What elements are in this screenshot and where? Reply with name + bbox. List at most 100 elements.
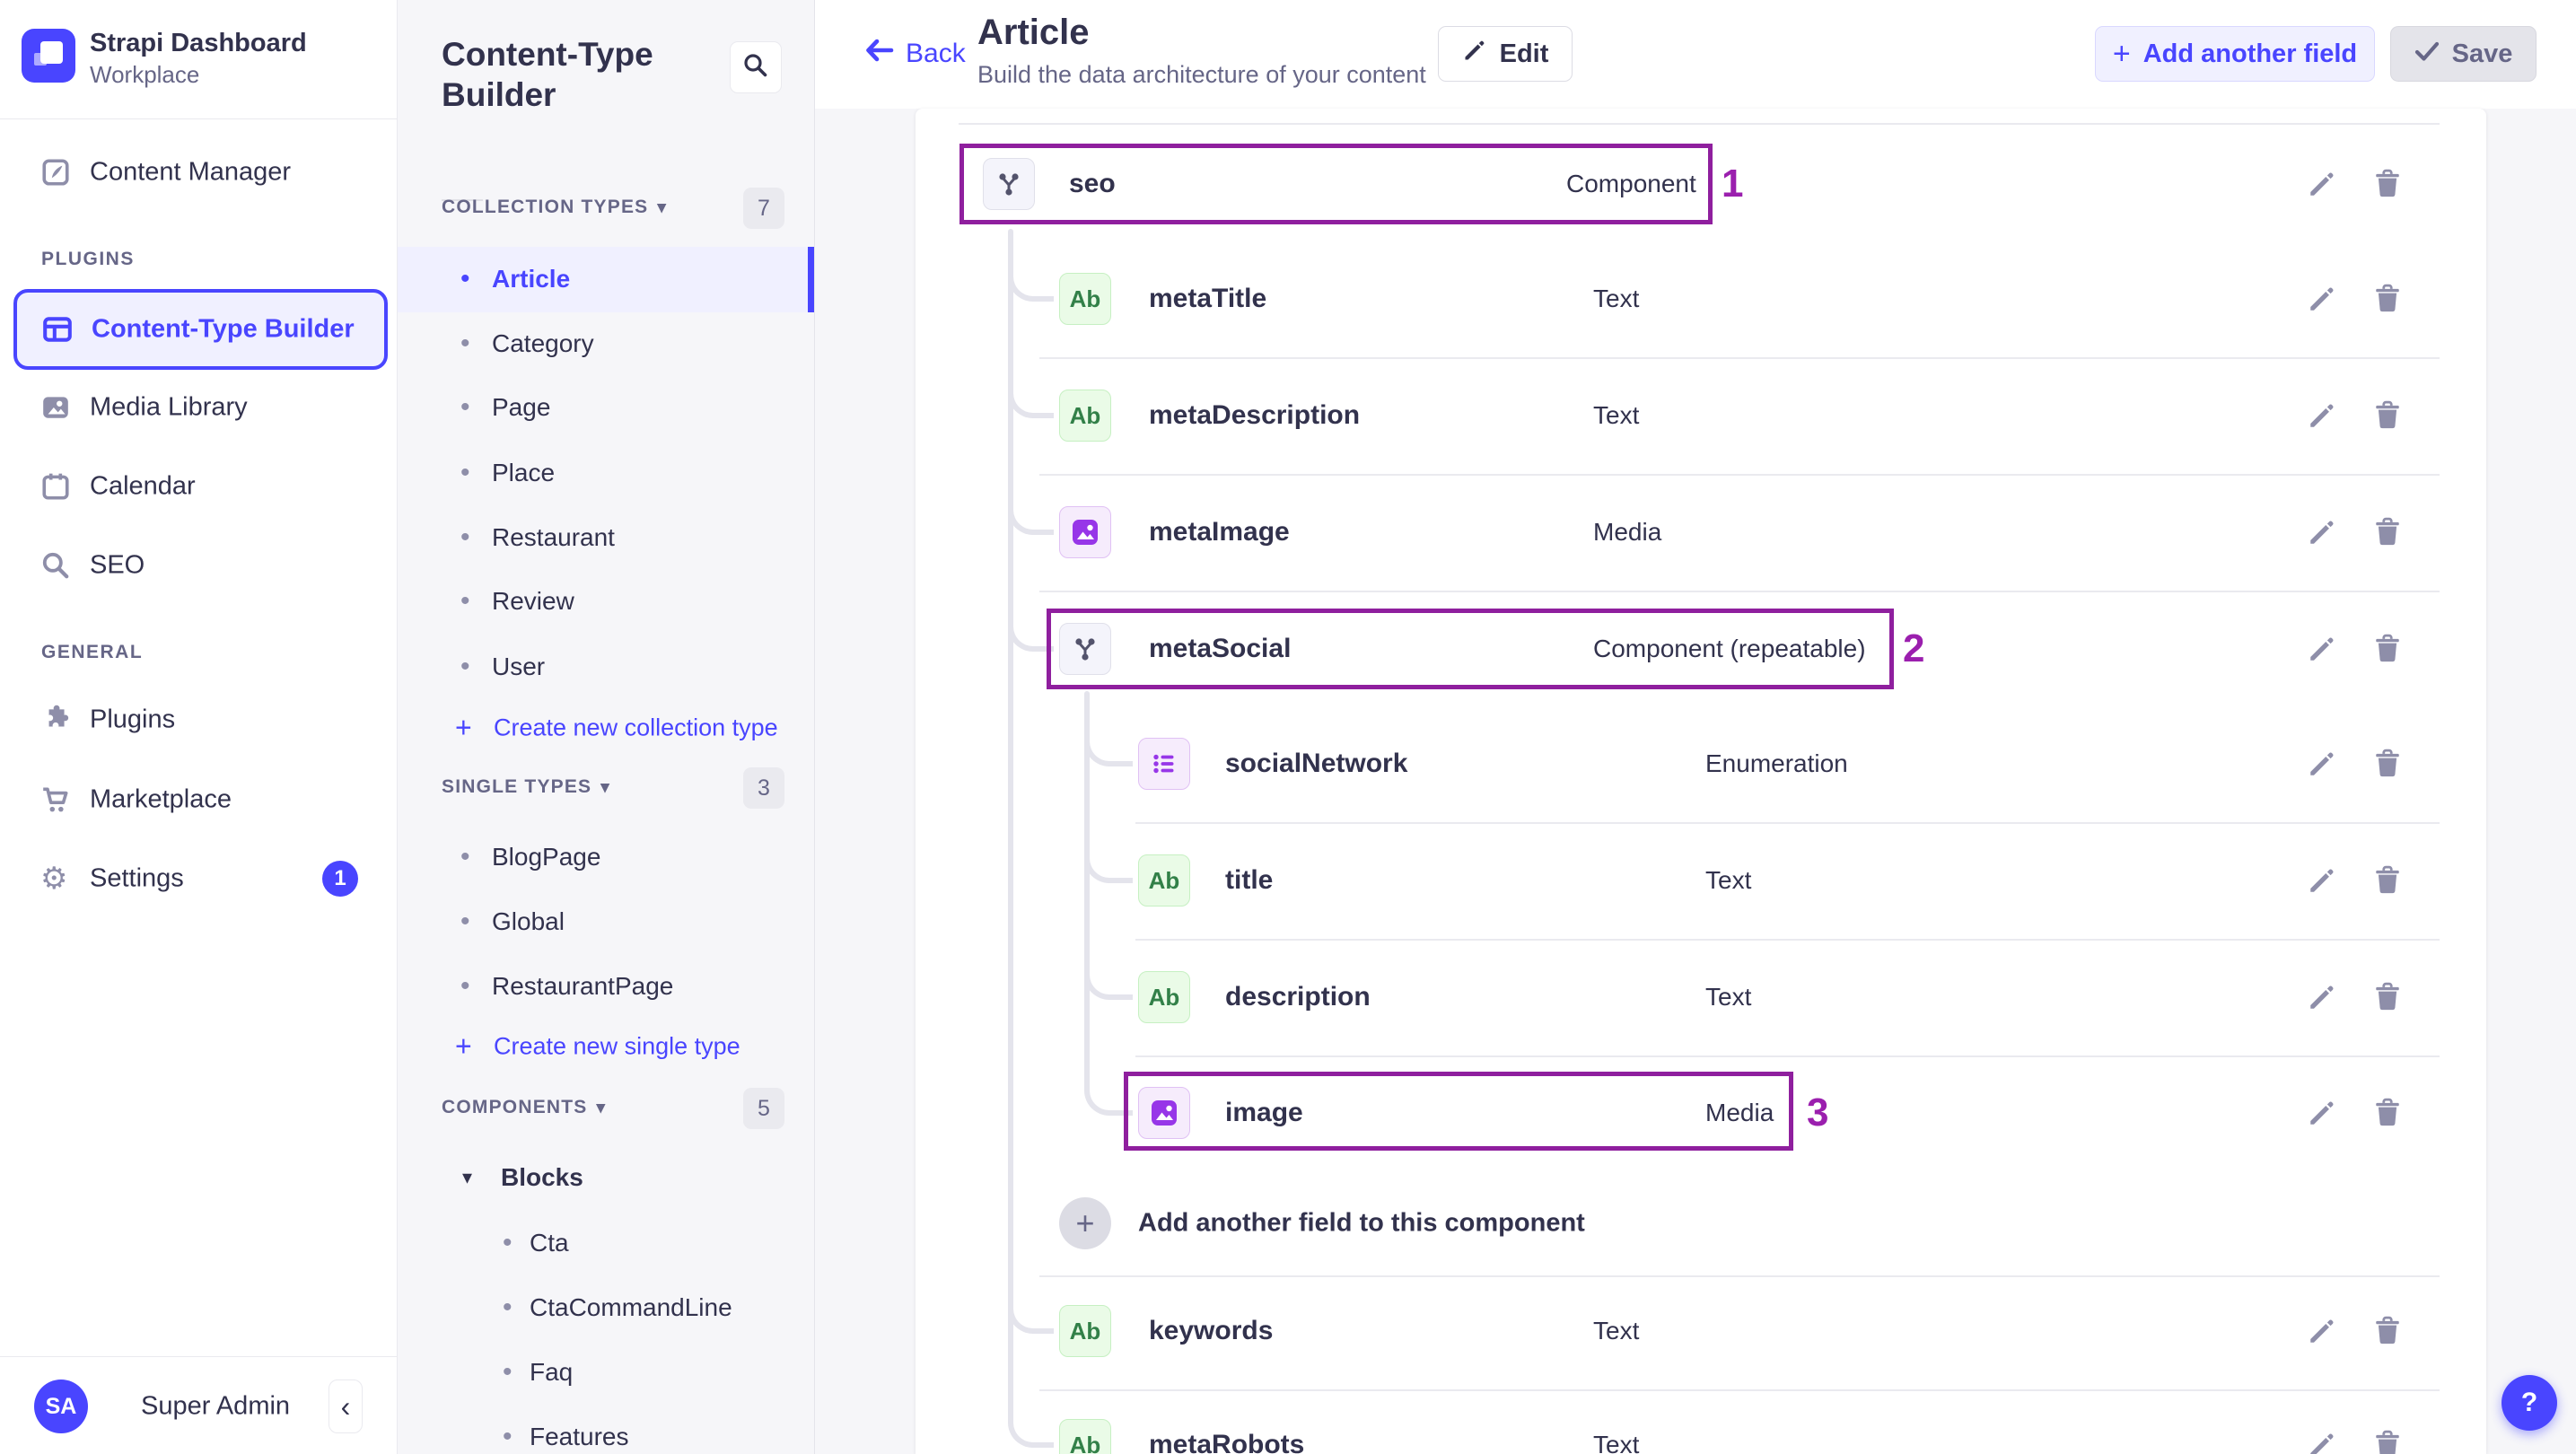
bullet-icon: •	[460, 907, 470, 936]
collection-type-item-place[interactable]: • Place	[398, 441, 815, 505]
bullet-icon: •	[503, 1422, 513, 1451]
components-header[interactable]: COMPONENTS ▾	[442, 1097, 606, 1118]
text-field-icon: Ab	[1138, 971, 1190, 1023]
user-name: Super Admin	[141, 1391, 291, 1421]
back-link[interactable]: Back	[863, 37, 966, 71]
bullet-icon: •	[460, 392, 470, 422]
sidebar-item-seo[interactable]: SEO	[0, 534, 398, 597]
collection-types-header[interactable]: COLLECTION TYPES ▾	[442, 197, 667, 218]
delete-field-button[interactable]	[2372, 284, 2403, 314]
sidebar-item-content-type-builder[interactable]: Content-Type Builder	[13, 289, 388, 370]
item-label: Review	[492, 587, 574, 615]
annotation-number-3: 3	[1807, 1090, 1829, 1134]
delete-field-button[interactable]	[2372, 982, 2403, 1012]
edit-field-button[interactable]	[2307, 517, 2337, 547]
collection-type-item-page[interactable]: • Page	[398, 375, 815, 440]
row-divider	[1039, 474, 2440, 476]
create-single-type-link[interactable]: + Create new single type	[398, 1014, 815, 1079]
check-icon	[2414, 39, 2440, 69]
edit-button[interactable]: Edit	[1438, 26, 1573, 82]
component-item-ctacommandline[interactable]: • CtaCommandLine	[398, 1275, 815, 1340]
delete-field-button[interactable]	[2372, 400, 2403, 431]
single-types-header[interactable]: SINGLE TYPES ▾	[442, 776, 610, 798]
bullet-icon: •	[460, 522, 470, 552]
components-header-count-badge: 5	[743, 1088, 784, 1129]
edit-field-button[interactable]	[2307, 1098, 2337, 1128]
delete-field-button[interactable]	[2372, 634, 2403, 664]
collection-type-item-restaurant[interactable]: • Restaurant	[398, 505, 815, 570]
row-divider	[1135, 939, 2440, 941]
item-label: RestaurantPage	[492, 972, 674, 1000]
edit-field-button[interactable]	[2307, 169, 2337, 199]
delete-field-button[interactable]	[2372, 1316, 2403, 1346]
user-avatar[interactable]: SA	[34, 1380, 88, 1433]
delete-field-button[interactable]	[2372, 749, 2403, 779]
chevron-down-icon: ▾	[600, 778, 611, 797]
sidebar-item-calendar[interactable]: Calendar	[0, 455, 398, 518]
create-label: Create new collection type	[494, 714, 778, 741]
sidebar-item-plugins[interactable]: Plugins	[0, 688, 398, 751]
field-type: Text	[1705, 866, 1752, 894]
edit-field-button[interactable]	[2307, 1316, 2337, 1346]
media-library-icon	[40, 392, 71, 423]
tree-connector-elbow	[1008, 1393, 1054, 1448]
field-type: Media	[1593, 518, 1662, 546]
field-type: Enumeration	[1705, 749, 1848, 777]
delete-field-button[interactable]	[2372, 169, 2403, 199]
save-button[interactable]: Save	[2390, 26, 2537, 82]
add-field-to-component-row[interactable]: + Add another field to this component	[916, 1196, 2486, 1250]
add-another-field-button[interactable]: + Add another field	[2095, 26, 2375, 82]
edit-field-button[interactable]	[2307, 400, 2337, 431]
annotation-box-3	[1124, 1072, 1793, 1151]
plus-circle-icon: +	[1059, 1197, 1111, 1249]
single-type-item-restaurantpage[interactable]: • RestaurantPage	[398, 954, 815, 1019]
component-item-cta[interactable]: • Cta	[398, 1211, 815, 1275]
component-item-features[interactable]: • Features	[398, 1405, 815, 1454]
sidebar-item-label: Calendar	[90, 471, 196, 501]
collection-type-item-category[interactable]: • Category	[398, 311, 815, 376]
delete-field-button[interactable]	[2372, 1430, 2403, 1454]
sidebar-item-marketplace[interactable]: Marketplace	[0, 768, 398, 831]
collection-type-item-user[interactable]: • User	[398, 635, 815, 699]
delete-field-button[interactable]	[2372, 865, 2403, 896]
bullet-icon: •	[460, 458, 470, 487]
row-divider	[1039, 357, 2440, 359]
edit-field-button[interactable]	[2307, 749, 2337, 779]
item-label: Global	[492, 907, 565, 935]
sidebar-collapse-button[interactable]: ‹	[329, 1380, 363, 1433]
field-name: metaDescription	[1149, 400, 1361, 430]
search-button[interactable]	[730, 41, 782, 93]
sidebar-item-label: Settings	[90, 863, 184, 893]
component-group-blocks[interactable]: ▾ Blocks	[398, 1145, 815, 1210]
help-button[interactable]: ?	[2502, 1375, 2557, 1431]
bullet-icon: •	[460, 842, 470, 872]
chevron-down-icon: ▾	[462, 1166, 473, 1188]
edit-field-button[interactable]	[2307, 865, 2337, 896]
edit-field-button[interactable]	[2307, 1430, 2337, 1454]
sidebar-item-label: SEO	[90, 550, 145, 580]
tree-connector-elbow	[1084, 828, 1133, 883]
collection-type-item-article[interactable]: • Article	[398, 247, 815, 311]
question-mark-icon: ?	[2520, 1388, 2538, 1417]
single-type-item-global[interactable]: • Global	[398, 889, 815, 954]
item-label: Page	[492, 393, 551, 421]
sidebar-section-plugins: PLUGINS	[41, 249, 135, 269]
sidebar-item-settings[interactable]: ⚙ Settings 1	[0, 847, 398, 910]
collection-type-item-review[interactable]: • Review	[398, 569, 815, 634]
edit-field-button[interactable]	[2307, 982, 2337, 1012]
tree-connector-elbow	[1008, 1279, 1054, 1334]
page-subtitle: Build the data architecture of your cont…	[977, 61, 1426, 88]
delete-field-button[interactable]	[2372, 517, 2403, 547]
row-divider	[1135, 822, 2440, 824]
delete-field-button[interactable]	[2372, 1098, 2403, 1128]
bullet-icon: •	[460, 971, 470, 1001]
edit-field-button[interactable]	[2307, 634, 2337, 664]
single-type-item-blogpage[interactable]: • BlogPage	[398, 825, 815, 889]
row-divider	[959, 123, 2440, 125]
component-item-faq[interactable]: • Faq	[398, 1340, 815, 1405]
sidebar-item-content-manager[interactable]: Content Manager	[0, 141, 398, 204]
create-collection-type-link[interactable]: + Create new collection type	[398, 696, 815, 760]
field-name: metaTitle	[1149, 284, 1267, 313]
sidebar-item-media-library[interactable]: Media Library	[0, 376, 398, 439]
edit-field-button[interactable]	[2307, 284, 2337, 314]
